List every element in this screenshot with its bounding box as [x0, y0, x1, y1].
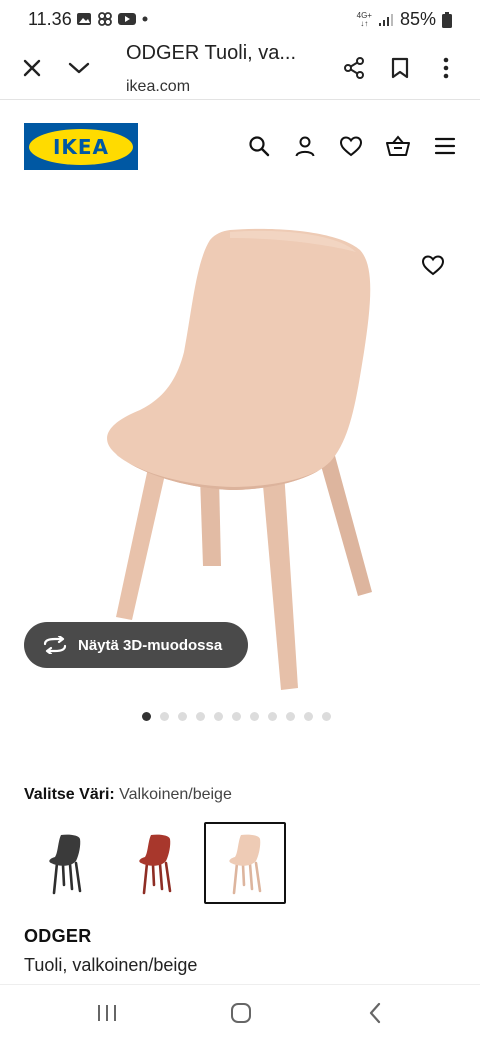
close-icon — [23, 59, 41, 77]
carousel-dot[interactable] — [214, 712, 223, 721]
minimize-button[interactable] — [63, 52, 95, 84]
status-bar: 11.36 4G+ ↓↑ 85% — [0, 0, 480, 38]
home-button[interactable] — [226, 999, 256, 1027]
carousel-dot[interactable] — [268, 712, 277, 721]
carousel-dot[interactable] — [286, 712, 295, 721]
carousel-dot[interactable] — [250, 712, 259, 721]
color-selector-label: Valitse Väri: Valkoinen/beige — [24, 786, 232, 804]
share-button[interactable] — [338, 52, 370, 84]
view-3d-button[interactable]: Näytä 3D-muodossa — [24, 622, 248, 668]
favourites-button[interactable] — [337, 132, 365, 160]
share-icon — [344, 57, 364, 79]
heart-icon — [421, 255, 445, 276]
status-time: 11.36 — [28, 9, 72, 29]
swatch-white-beige[interactable] — [204, 822, 286, 904]
battery-icon — [442, 11, 452, 28]
back-button[interactable] — [360, 999, 390, 1027]
swatch-red[interactable] — [114, 822, 196, 904]
bookmark-button[interactable] — [384, 52, 416, 84]
more-vertical-icon — [443, 57, 449, 79]
logo-oval: IKEA — [29, 128, 133, 165]
chair-thumbnail-black — [49, 834, 82, 895]
basket-icon — [386, 135, 410, 156]
menu-icon — [434, 137, 456, 155]
rotate-3d-icon — [43, 636, 67, 654]
color-value: Valkoinen/beige — [119, 786, 232, 803]
carousel-dot[interactable] — [232, 712, 241, 721]
carousel-dot[interactable] — [142, 712, 151, 721]
chair-thumbnail-beige — [229, 834, 262, 895]
user-icon — [295, 136, 315, 157]
carousel-dot[interactable] — [160, 712, 169, 721]
battery-percent: 85% — [399, 9, 436, 29]
browser-toolbar: ODGER Tuoli, va... ikea.com — [0, 38, 480, 100]
page-url: ikea.com — [126, 78, 191, 95]
color-label: Valitse Väri: — [24, 786, 115, 803]
site-header: IKEA — [0, 100, 480, 200]
swatch-anthracite[interactable] — [24, 822, 106, 904]
search-icon — [249, 136, 270, 157]
account-button[interactable] — [291, 132, 319, 160]
network-indicator: 4G+ ↓↑ — [356, 10, 372, 28]
view-3d-label: Näytä 3D-muodossa — [78, 636, 223, 654]
ikea-logo[interactable]: IKEA — [24, 123, 138, 170]
more-options-button[interactable] — [430, 52, 462, 84]
status-notification-icons — [76, 11, 149, 27]
status-right: 4G+ ↓↑ 85% — [357, 9, 452, 30]
page-title: ODGER Tuoli, va... — [126, 42, 297, 64]
add-to-favourites-button[interactable] — [418, 250, 448, 280]
signal-icon — [378, 13, 393, 26]
basket-button[interactable] — [384, 132, 412, 160]
system-nav-bar — [0, 984, 480, 1040]
chevron-down-icon — [68, 62, 90, 74]
carousel-dot[interactable] — [304, 712, 313, 721]
home-icon — [231, 1003, 251, 1023]
search-button[interactable] — [245, 132, 273, 160]
chair-thumbnail-red — [139, 834, 172, 895]
pinwheel-icon — [98, 12, 112, 26]
bookmark-icon — [391, 57, 409, 79]
carousel-dot[interactable] — [178, 712, 187, 721]
carousel-dot[interactable] — [196, 712, 205, 721]
recent-apps-button[interactable] — [92, 999, 122, 1027]
carousel-dot[interactable] — [322, 712, 331, 721]
youtube-icon — [118, 13, 136, 25]
close-tab-button[interactable] — [16, 52, 48, 84]
product-name: ODGER — [24, 926, 92, 946]
back-icon — [369, 1002, 381, 1024]
image-carousel-dots — [142, 712, 331, 721]
product-description: Tuoli, valkoinen/beige — [24, 955, 198, 975]
heart-icon — [339, 136, 363, 157]
dot-icon — [142, 16, 148, 22]
color-swatches — [24, 822, 294, 904]
recent-apps-icon — [98, 1005, 116, 1021]
menu-button[interactable] — [431, 132, 459, 160]
gallery-icon — [77, 13, 91, 25]
logo-text: IKEA — [52, 134, 110, 159]
